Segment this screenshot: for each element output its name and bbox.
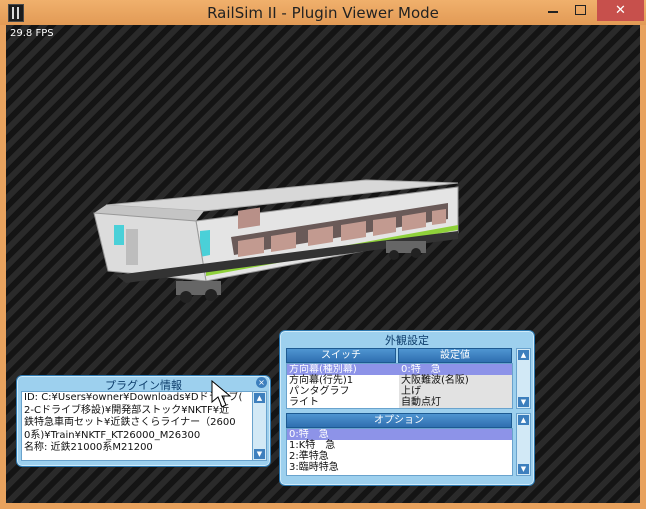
- switch-column-header[interactable]: スイッチ: [286, 348, 396, 363]
- maximize-button[interactable]: [567, 0, 593, 21]
- option-header[interactable]: オプション: [286, 413, 512, 428]
- plugin-info-line: 名称: 近鉄21000系M21200: [24, 442, 153, 453]
- appearance-settings-panel: 外観設定 スイッチ 設定値 方向幕(種別幕) 0:特 急 方向幕(行先)1 大阪難波…: [279, 330, 535, 486]
- train-car-model: [93, 179, 459, 303]
- option-list[interactable]: 0:特 急 1:K特 急 2:準特急 3:臨時特急: [286, 428, 513, 476]
- scroll-down-icon[interactable]: ▼: [518, 397, 529, 407]
- plugin-info-line: 0系)¥Train¥NKTF_KT26000_M26300: [24, 429, 201, 441]
- option-row[interactable]: 1:K特 急: [287, 440, 512, 451]
- scroll-up-icon[interactable]: ▲: [518, 415, 529, 425]
- scroll-up-icon[interactable]: ▲: [518, 350, 529, 360]
- minimize-button[interactable]: [541, 0, 565, 21]
- switch-list[interactable]: 方向幕(種別幕) 0:特 急 方向幕(行先)1 大阪難波(名阪) パンタグラフ 上げ …: [286, 363, 513, 409]
- plugin-info-line: 鉄特急車両セット¥近鉄さくらライナー（2600: [24, 417, 236, 428]
- switch-row[interactable]: ライト 自動点灯: [287, 397, 512, 408]
- close-icon[interactable]: ×: [256, 377, 267, 388]
- plugin-info-scrollbar[interactable]: ▲ ▼: [252, 391, 267, 461]
- title-bar: RailSim II - Plugin Viewer Mode ✕: [0, 0, 646, 25]
- close-button[interactable]: ✕: [597, 0, 644, 21]
- scroll-down-icon[interactable]: ▼: [254, 449, 265, 459]
- switch-list-scrollbar[interactable]: ▲ ▼: [516, 348, 531, 409]
- appearance-settings-title: 外観設定: [385, 334, 429, 347]
- switch-row[interactable]: 方向幕(行先)1 大阪難波(名阪): [287, 375, 512, 386]
- option-row[interactable]: 3:臨時特急: [287, 462, 512, 473]
- scroll-down-icon[interactable]: ▼: [518, 464, 529, 474]
- fps-counter: 29.8 FPS: [10, 28, 54, 39]
- value-column-header[interactable]: 設定値: [398, 348, 512, 363]
- scroll-up-icon[interactable]: ▲: [254, 393, 265, 403]
- mouse-cursor-icon: [211, 380, 232, 408]
- 3d-viewport[interactable]: 29.8 FPS プラグイン情報 × ID: C:¥Users¥owner¥Do…: [6, 25, 640, 503]
- option-row[interactable]: 0:特 急: [287, 429, 512, 440]
- switch-row[interactable]: パンタグラフ 上げ: [287, 386, 512, 397]
- option-list-scrollbar[interactable]: ▲ ▼: [516, 413, 531, 476]
- option-row[interactable]: 2:準特急: [287, 451, 512, 462]
- close-icon: ✕: [615, 3, 626, 18]
- switch-row[interactable]: 方向幕(種別幕) 0:特 急: [287, 364, 512, 375]
